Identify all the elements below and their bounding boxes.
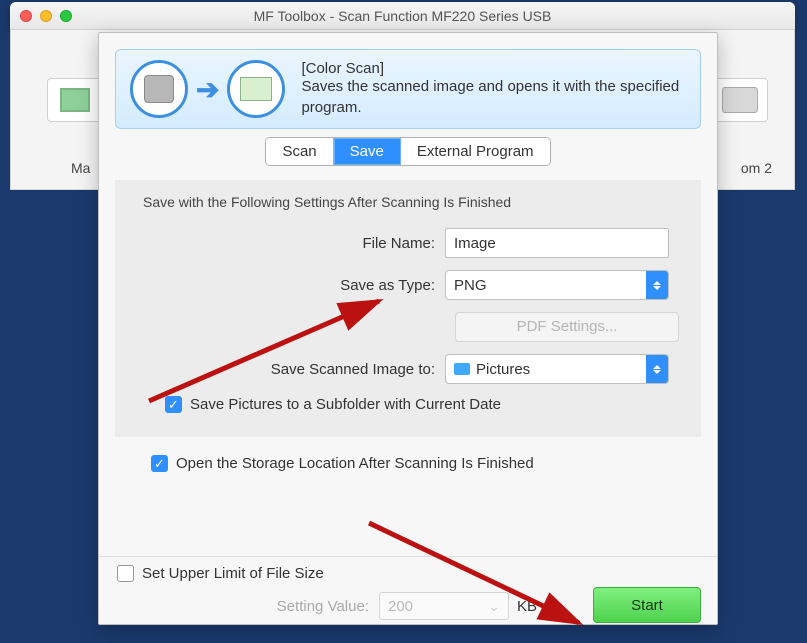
file-name-input[interactable] <box>445 228 669 258</box>
setting-value-field: 200 <box>379 592 509 620</box>
banner-icons: ➔ <box>130 60 285 118</box>
save-as-type-label: Save as Type: <box>129 277 445 294</box>
background-mode-icon-left <box>47 78 103 122</box>
upper-limit-checkbox[interactable] <box>117 565 134 582</box>
settings-sheet: ➔ [Color Scan] Saves the scanned image a… <box>98 32 718 625</box>
scanner-icon <box>130 60 188 118</box>
background-window: MF Toolbox - Scan Function MF220 Series … <box>10 2 795 30</box>
minimize-icon[interactable] <box>40 10 52 22</box>
chevron-updown-icon <box>646 355 668 383</box>
window-controls <box>10 10 72 22</box>
window-title: MF Toolbox - Scan Function MF220 Series … <box>10 8 795 24</box>
open-location-label: Open the Storage Location After Scanning… <box>176 455 534 472</box>
save-to-select[interactable]: Pictures <box>445 354 669 384</box>
banner-description: Saves the scanned image and opens it wit… <box>301 77 686 118</box>
save-to-label: Save Scanned Image to: <box>129 361 445 378</box>
folder-icon <box>454 363 470 375</box>
banner-title: [Color Scan] <box>301 60 686 77</box>
background-mode-label-right: om 2 <box>741 160 772 176</box>
save-as-type-value: PNG <box>454 277 487 294</box>
chevron-updown-icon <box>646 271 668 299</box>
maximize-icon[interactable] <box>60 10 72 22</box>
background-mode-icon-right <box>712 78 768 122</box>
save-as-type-select[interactable]: PNG <box>445 270 669 300</box>
info-banner: ➔ [Color Scan] Saves the scanned image a… <box>115 49 701 129</box>
setting-value-label: Setting Value: <box>115 598 379 615</box>
close-icon[interactable] <box>20 10 32 22</box>
banner-text: [Color Scan] Saves the scanned image and… <box>301 60 686 118</box>
tab-bar: Scan Save External Program <box>99 137 717 166</box>
setting-value: 200 <box>388 598 413 615</box>
display-icon <box>227 60 285 118</box>
start-button[interactable]: Start <box>593 587 701 623</box>
setting-value-unit: KB <box>517 598 537 615</box>
panel-heading: Save with the Following Settings After S… <box>143 194 687 210</box>
arrow-right-icon: ➔ <box>196 73 219 106</box>
save-to-value: Pictures <box>476 361 530 378</box>
tab-external-program[interactable]: External Program <box>401 138 550 165</box>
background-mode-label-left: Ma <box>71 160 90 176</box>
upper-limit-label: Set Upper Limit of File Size <box>142 565 324 582</box>
titlebar: MF Toolbox - Scan Function MF220 Series … <box>10 2 795 30</box>
file-name-label: File Name: <box>129 235 445 252</box>
save-settings-panel: Save with the Following Settings After S… <box>115 180 701 437</box>
open-location-checkbox[interactable] <box>151 455 168 472</box>
bottom-bar: Set Upper Limit of File Size Setting Val… <box>99 556 717 624</box>
subfolder-checkbox-label: Save Pictures to a Subfolder with Curren… <box>190 396 501 413</box>
subfolder-checkbox[interactable] <box>165 396 182 413</box>
pdf-settings-button: PDF Settings... <box>455 312 679 342</box>
tab-save[interactable]: Save <box>334 138 401 165</box>
tab-scan[interactable]: Scan <box>266 138 333 165</box>
